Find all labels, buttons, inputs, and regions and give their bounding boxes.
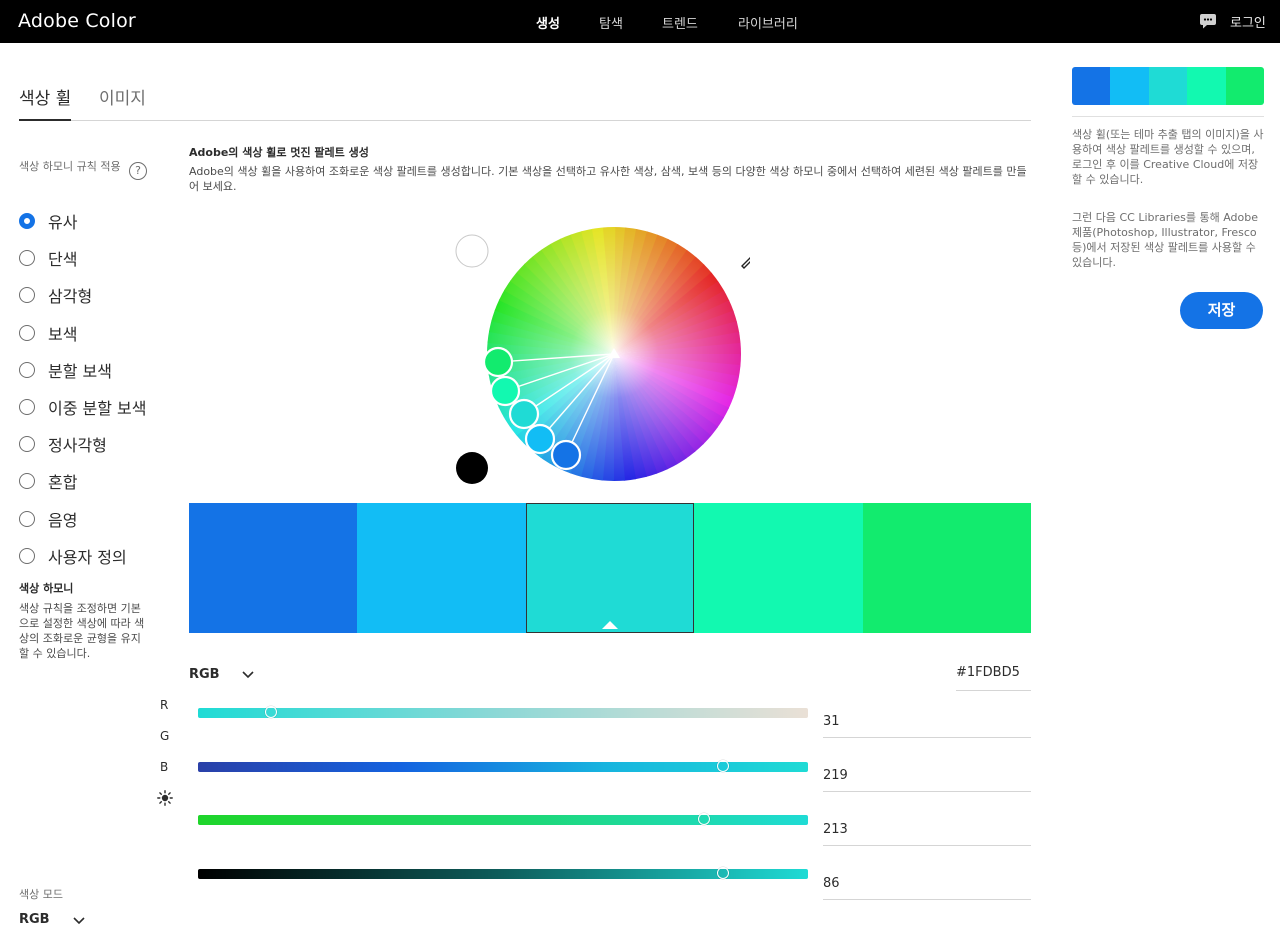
value-r[interactable]: 31 (823, 708, 1031, 738)
palette-swatch[interactable] (357, 503, 526, 633)
nav-trends[interactable]: 트렌드 (662, 13, 698, 32)
harmony-rule-option[interactable]: 보색 (19, 321, 77, 345)
channel-mode-select[interactable]: RGB (189, 667, 220, 682)
channel-mode-value: RGB (189, 667, 220, 682)
hex-input[interactable]: #1FDBD5 (956, 665, 1031, 691)
nav-library[interactable]: 라이브러리 (738, 13, 798, 32)
radio-unchecked-icon[interactable] (19, 399, 35, 415)
slider-g-knob[interactable] (716, 760, 729, 772)
info-paragraph-2: 그런 다음 CC Libraries를 통해 Adobe 제품(Photosho… (1072, 211, 1258, 269)
active-tab-underline (19, 119, 71, 121)
radio-unchecked-icon[interactable] (19, 250, 35, 267)
chat-bubble-icon[interactable] (1199, 13, 1217, 29)
harmony-description: 색상 규칙을 조정하면 기본으로 설정한 색상에 따라 색상의 조화로운 균형을… (19, 602, 145, 660)
palette-preview-swatch (1072, 67, 1111, 105)
radio-unchecked-icon[interactable] (19, 547, 35, 564)
color-mode-value: RGB (19, 912, 50, 927)
slider-g[interactable] (198, 760, 808, 772)
color-mode-label: 색상 모드 (19, 888, 63, 901)
harmony-color-marker[interactable] (489, 375, 521, 407)
tab-divider (19, 120, 1031, 121)
radio-unchecked-icon[interactable] (19, 436, 35, 453)
harmony-heading: 색상 하모니 (19, 582, 74, 595)
harmony-rule-label: 분할 보색 (48, 361, 112, 381)
harmony-rule-label: 이중 분할 보색 (48, 399, 147, 418)
app-logo-title[interactable]: Adobe Color (18, 10, 136, 32)
palette-swatch[interactable] (694, 503, 863, 633)
tab-color-wheel[interactable]: 색상 휠 (19, 84, 71, 109)
radio-unchecked-icon[interactable] (19, 287, 35, 304)
nav-create[interactable]: 생성 (536, 13, 560, 32)
top-bar: Adobe Color 생성 탐색 트렌드 라이브러리 로그인 (0, 0, 1280, 43)
palette-swatch[interactable] (525, 503, 695, 633)
white-point-marker[interactable] (455, 234, 489, 268)
radio-unchecked-icon[interactable] (19, 510, 35, 527)
palette-preview (1072, 67, 1264, 105)
slider-b[interactable] (198, 813, 808, 825)
slider-b-knob[interactable] (698, 813, 711, 825)
harmony-rule-option[interactable]: 음영 (19, 507, 77, 531)
harmony-rule-option[interactable]: 유사 (19, 209, 77, 233)
info-paragraph-1: 색상 휠(또는 테마 추출 탭의 이미지)을 사용하여 색상 팔레트를 생성할 … (1072, 128, 1264, 186)
save-button[interactable]: 저장 (1180, 292, 1263, 329)
value-b[interactable]: 213 (823, 816, 1031, 846)
harmony-rule-option[interactable]: 혼합 (19, 469, 77, 493)
palette-preview-swatch (1110, 67, 1149, 105)
palette-preview-swatch (1225, 67, 1264, 105)
brightness-icon (157, 790, 173, 806)
section-heading: Adobe의 색상 휠로 멋진 팔레트 생성 (189, 146, 369, 159)
help-icon[interactable]: ? (129, 162, 147, 180)
harmony-rule-label: 보색 (48, 324, 78, 344)
harmony-rule-label: 단색 (48, 250, 78, 270)
radio-checked-icon[interactable] (19, 213, 35, 229)
tab-image[interactable]: 이미지 (99, 84, 146, 109)
harmony-color-marker[interactable] (482, 346, 514, 378)
value-brightness[interactable]: 86 (823, 870, 1031, 900)
value-g[interactable]: 219 (823, 762, 1031, 792)
color-mode-select[interactable]: RGB (19, 912, 50, 927)
harmony-rule-label: 유사 (48, 213, 78, 232)
slider-brightness[interactable] (198, 867, 808, 879)
palette-swatch[interactable] (189, 503, 358, 633)
selected-swatch-indicator-icon (602, 621, 619, 629)
palette-swatches (189, 503, 1032, 633)
radio-unchecked-icon[interactable] (19, 473, 35, 490)
radio-unchecked-icon[interactable] (19, 324, 35, 341)
channel-label-r: R (160, 698, 169, 712)
radio-unchecked-icon[interactable] (19, 361, 35, 378)
right-divider (1072, 116, 1264, 117)
harmony-rule-option[interactable]: 정사각형 (19, 432, 107, 456)
harmony-rule-label: 삼각형 (48, 287, 93, 307)
slider-brightness-knob[interactable] (716, 867, 729, 879)
harmony-color-marker[interactable] (550, 439, 582, 471)
channel-label-g: G (160, 729, 170, 743)
black-point-marker[interactable] (456, 452, 488, 484)
harmony-rule-option[interactable]: 삼각형 (19, 283, 92, 307)
color-wheel[interactable] (440, 220, 763, 490)
color-wheel-area[interactable] (440, 220, 763, 490)
chevron-down-icon[interactable] (72, 916, 86, 926)
harmony-rule-option[interactable]: 사용자 정의 (19, 544, 127, 568)
harmony-rule-title: 색상 하모니 규칙 적용 (19, 160, 121, 173)
harmony-rule-label: 사용자 정의 (48, 547, 127, 567)
harmony-color-marker[interactable] (524, 423, 556, 455)
harmony-rule-label: 음영 (48, 510, 78, 530)
harmony-rule-label: 정사각형 (48, 436, 107, 456)
palette-preview-swatch (1187, 67, 1226, 105)
nav-explore[interactable]: 탐색 (599, 13, 623, 32)
eyedropper-icon[interactable] (741, 248, 763, 269)
channel-label-b: B (160, 760, 169, 774)
palette-preview-swatch (1148, 67, 1188, 105)
harmony-color-marker[interactable] (508, 398, 540, 430)
chevron-down-icon[interactable] (241, 670, 255, 680)
harmony-rule-option[interactable]: 단색 (19, 246, 77, 270)
palette-swatch[interactable] (862, 503, 1032, 633)
harmony-rule-option[interactable]: 분할 보색 (19, 358, 112, 382)
harmony-rule-option[interactable]: 이중 분할 보색 (19, 395, 147, 419)
section-description: Adobe의 색상 휠을 사용하여 조화로운 색상 팔레트를 생성합니다. 기본… (189, 165, 1027, 193)
login-link[interactable]: 로그인 (1230, 12, 1266, 31)
slider-r-knob[interactable] (265, 706, 278, 718)
slider-r[interactable] (198, 706, 808, 718)
harmony-rule-label: 혼합 (48, 473, 78, 493)
